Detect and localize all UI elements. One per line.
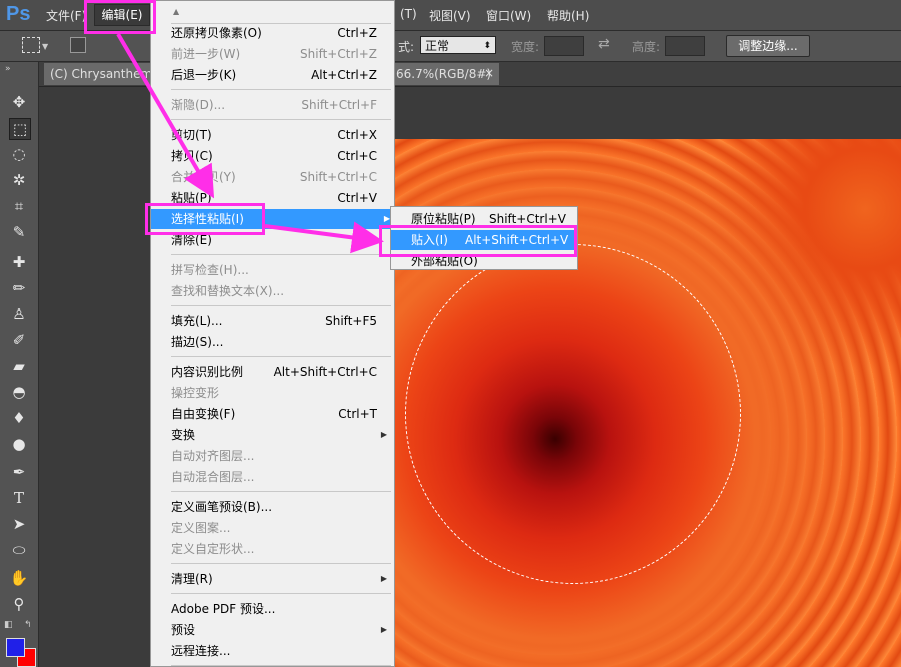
arrow-to-paste-special [116,32,215,199]
arrow-to-paste-into [264,221,384,254]
annotation-arrows [116,32,384,254]
